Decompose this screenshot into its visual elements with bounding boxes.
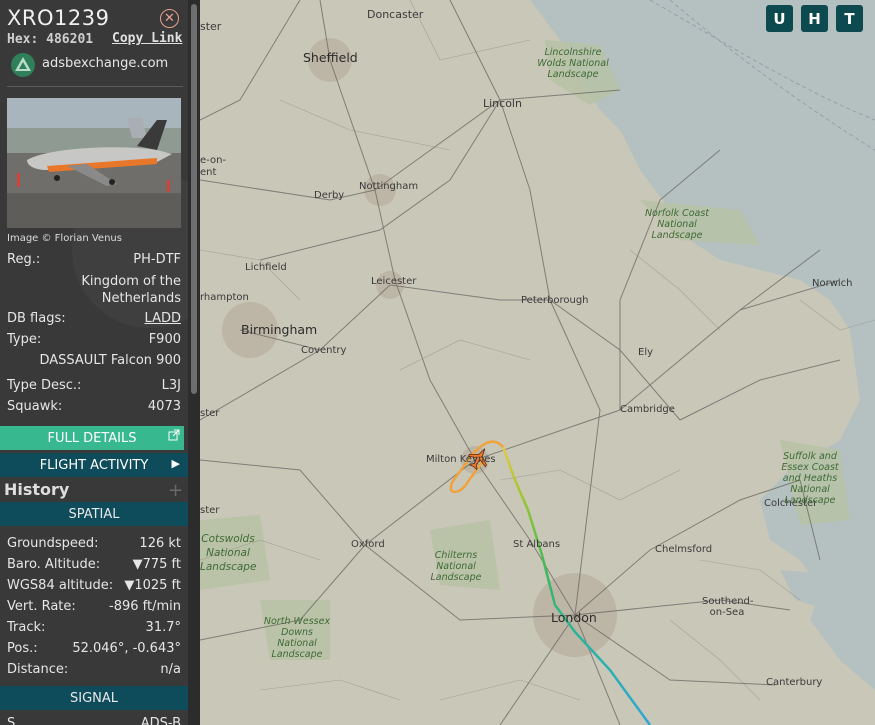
- vert-rate-value: -896 ft/min: [109, 599, 181, 614]
- chevron-right-icon: ▶: [171, 457, 180, 470]
- map-label-ster-2: ster: [200, 408, 220, 419]
- flight-activity-button[interactable]: FLIGHT ACTIVITY ▶: [0, 453, 188, 477]
- expand-plus-icon[interactable]: +: [168, 480, 183, 501]
- adsbexchange-logo-icon[interactable]: [11, 53, 35, 77]
- dbflags-label: DB flags:: [7, 311, 66, 326]
- site-link[interactable]: adsbexchange.com: [42, 56, 168, 71]
- squawk-value: 4073: [147, 399, 181, 414]
- map-label-ely: Ely: [638, 347, 654, 358]
- map-label-cambridge: Cambridge: [620, 404, 675, 415]
- map-label-southend: Southend-on-Sea: [702, 596, 754, 618]
- map-label-nottingham: Nottingham: [359, 181, 419, 192]
- panel-scrollbar[interactable]: [188, 0, 200, 725]
- squawk-label: Squawk:: [7, 399, 63, 414]
- map-label-suffolk-coast: Suffolk and Essex Coast and Heaths Natio…: [781, 451, 839, 506]
- groundspeed-label: Groundspeed:: [7, 536, 99, 551]
- wgs84-altitude-value: ▼1025 ft: [124, 578, 181, 593]
- close-icon[interactable]: ✕: [160, 9, 179, 28]
- photo-credit: Image © Florian Venus: [7, 233, 122, 244]
- distance-label: Distance:: [7, 662, 69, 677]
- full-details-label: FULL DETAILS: [47, 430, 137, 446]
- map-label-norfolk-coast: Norfolk Coast National Landscape: [644, 208, 710, 241]
- external-link-icon: [168, 429, 180, 445]
- reg-label: Reg.:: [7, 252, 41, 267]
- source-value: ADS-B: [140, 716, 181, 725]
- copy-link[interactable]: Copy Link: [112, 31, 182, 46]
- map-label-north-wessex: North Wessex Downs National Landscape: [263, 616, 331, 660]
- map-label-stoke: e-on-ent: [200, 155, 227, 178]
- map-label-coventry: Coventry: [301, 345, 347, 356]
- groundspeed-value: 126 kt: [139, 536, 181, 551]
- reg-value: PH-DTF: [133, 252, 181, 267]
- scrollbar-thumb[interactable]: [191, 4, 197, 394]
- hex-value: 486201: [46, 32, 94, 47]
- map-button-h[interactable]: H: [801, 5, 828, 32]
- typedesc-value: L3J: [161, 378, 181, 393]
- distance-value: n/a: [160, 662, 181, 677]
- aircraft-info-panel: XRO1239 ✕ Hex: 486201 Copy Link adsbexch…: [0, 0, 200, 725]
- map-label-lichfield: Lichfield: [245, 262, 287, 273]
- hex-label: Hex:: [7, 32, 39, 47]
- signal-section-header[interactable]: SIGNAL: [0, 686, 188, 710]
- map-label-birmingham: Birmingham: [241, 322, 318, 337]
- divider: [7, 86, 183, 87]
- map-label-doncaster: Doncaster: [367, 8, 424, 21]
- map-label-ster-3: ster: [200, 505, 220, 516]
- map-label-milton-keynes: Milton Keynes: [426, 454, 496, 465]
- map-label-oxford: Oxford: [351, 539, 385, 550]
- map-label-sheffield: Sheffield: [303, 50, 358, 65]
- full-details-button[interactable]: FULL DETAILS: [0, 426, 184, 450]
- typedesc-label: Type Desc.:: [7, 378, 82, 393]
- spatial-section-header[interactable]: SPATIAL: [0, 502, 188, 526]
- map-button-u[interactable]: U: [766, 5, 793, 32]
- baro-altitude-label: Baro. Altitude:: [7, 557, 101, 572]
- hex-code: Hex: 486201: [7, 32, 93, 47]
- map-label-peterborough: Peterborough: [521, 295, 589, 306]
- map-label-chelmsford: Chelmsford: [655, 544, 713, 555]
- wgs84-altitude-label: WGS84 altitude:: [7, 578, 114, 593]
- map-view[interactable]: Doncaster Sheffield Lincoln Nottingham D…: [200, 0, 875, 725]
- map-button-t[interactable]: T: [836, 5, 863, 32]
- map-label-lincoln: Lincoln: [483, 97, 522, 110]
- position-label: Pos.:: [7, 641, 38, 656]
- map-label-derby: Derby: [314, 190, 345, 201]
- vert-rate-label: Vert. Rate:: [7, 599, 76, 614]
- map-label-hampton: rhampton: [200, 292, 249, 303]
- map-label-lincolnshire-wolds: Lincolnshire Wolds National Landscape: [537, 47, 609, 80]
- map-label-leicester: Leicester: [371, 276, 417, 287]
- map-label-ster-1: ster: [200, 20, 222, 33]
- map-label-canterbury: Canterbury: [766, 677, 823, 688]
- type-value: F900: [148, 332, 181, 347]
- aircraft-callsign: XRO1239: [7, 6, 110, 30]
- map-label-london: London: [551, 610, 597, 625]
- map-label-st-albans: St Albans: [513, 539, 561, 550]
- country-value: Kingdom of the Netherlands: [81, 274, 181, 306]
- track-label: Track:: [7, 620, 46, 635]
- source-label: S: [7, 716, 16, 725]
- type-label: Type:: [7, 332, 42, 347]
- dbflags-ladd-link[interactable]: LADD: [145, 311, 181, 326]
- model-value: DASSAULT Falcon 900: [39, 353, 181, 368]
- position-value: 52.046°, -0.643°: [72, 641, 181, 656]
- baro-altitude-value: ▼775 ft: [132, 557, 181, 572]
- flight-activity-label: FLIGHT ACTIVITY: [39, 457, 149, 473]
- aircraft-photo[interactable]: [7, 98, 181, 228]
- map-label-norwich: Norwich: [812, 278, 853, 289]
- history-heading[interactable]: History: [4, 480, 69, 499]
- track-value: 31.7°: [145, 620, 181, 635]
- map-label-cotswolds: Cotswolds National Landscape: [200, 533, 257, 573]
- map-label-chilterns: Chilterns National Landscape: [430, 550, 482, 583]
